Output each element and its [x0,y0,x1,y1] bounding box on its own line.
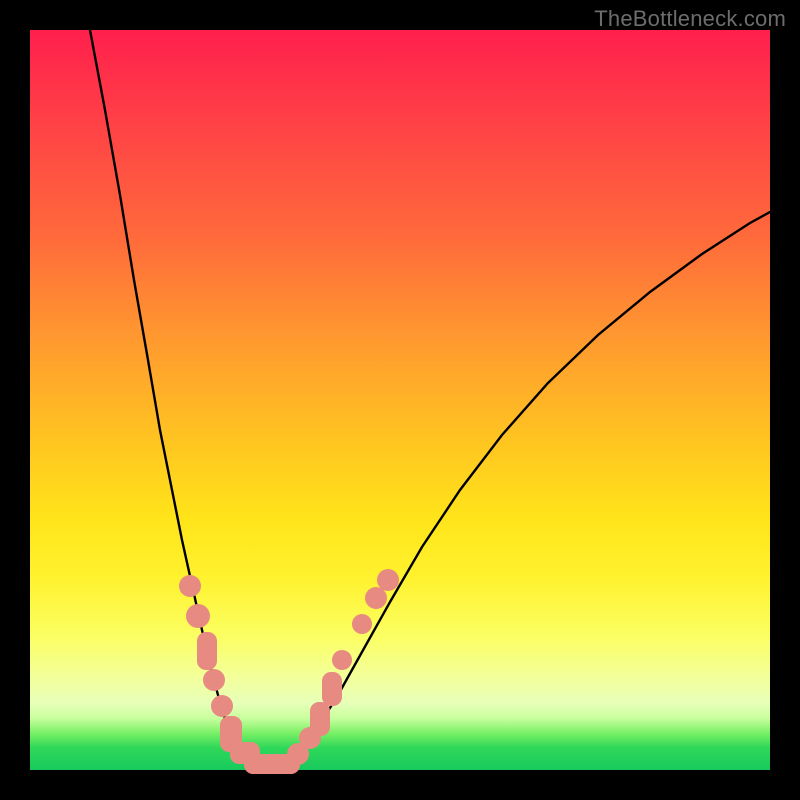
curve-left [90,30,254,765]
chart-overlay [30,30,770,770]
data-markers [179,569,399,774]
data-marker [203,669,225,691]
data-marker [377,569,399,591]
data-marker [322,672,342,706]
data-marker [332,650,352,670]
data-marker [179,575,201,597]
data-marker [197,632,217,670]
data-marker [352,614,372,634]
data-marker [310,702,330,736]
data-marker [365,587,387,609]
data-marker [211,695,233,717]
chart-frame: TheBottleneck.com [0,0,800,800]
data-marker [186,604,210,628]
curve-right [288,212,770,765]
watermark-text: TheBottleneck.com [594,6,786,32]
